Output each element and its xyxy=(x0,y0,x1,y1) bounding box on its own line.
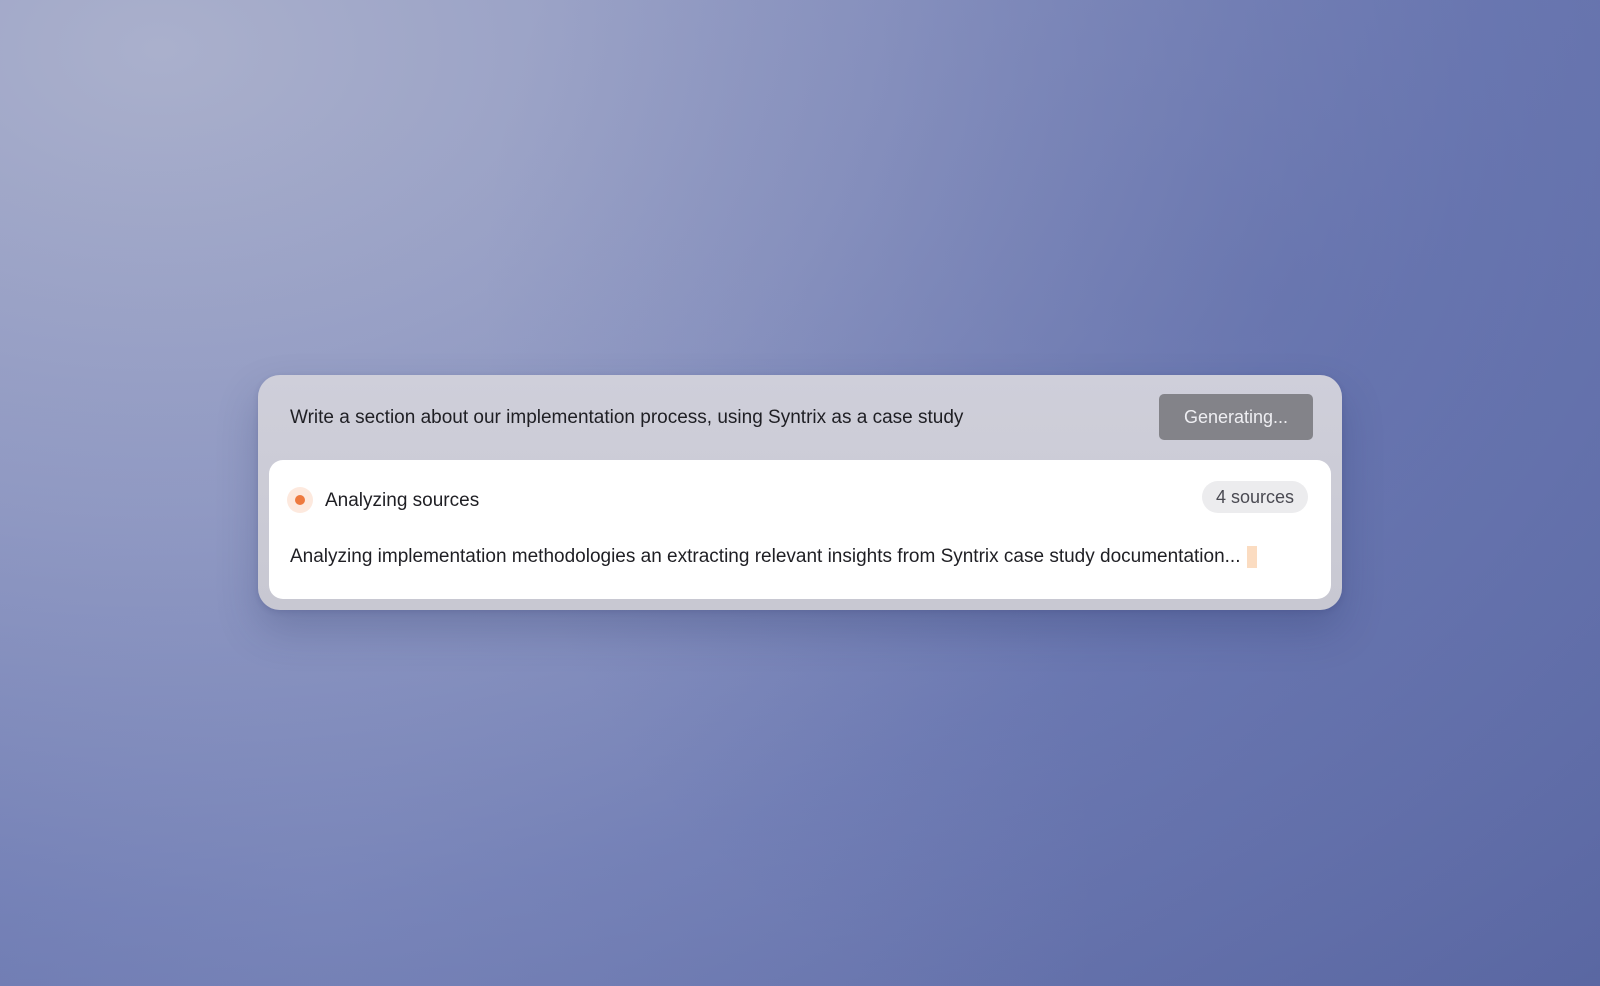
status-indicator-icon xyxy=(287,487,313,513)
generating-button[interactable]: Generating... xyxy=(1159,394,1313,440)
typing-cursor xyxy=(1246,546,1257,568)
progress-text: Analyzing implementation methodologies a… xyxy=(290,546,1241,567)
progress-line: Analyzing implementation methodologies a… xyxy=(290,546,1257,568)
sources-badge[interactable]: 4 sources xyxy=(1201,481,1308,513)
status-dot xyxy=(295,495,305,505)
status-label: Analyzing sources xyxy=(325,490,480,511)
prompt-row: Write a section about our implementation… xyxy=(258,375,1342,460)
generation-card: Write a section about our implementation… xyxy=(258,375,1342,610)
status-panel: Analyzing sources 4 sources Analyzing im… xyxy=(269,460,1331,599)
prompt-text: Write a section about our implementation… xyxy=(290,407,964,428)
